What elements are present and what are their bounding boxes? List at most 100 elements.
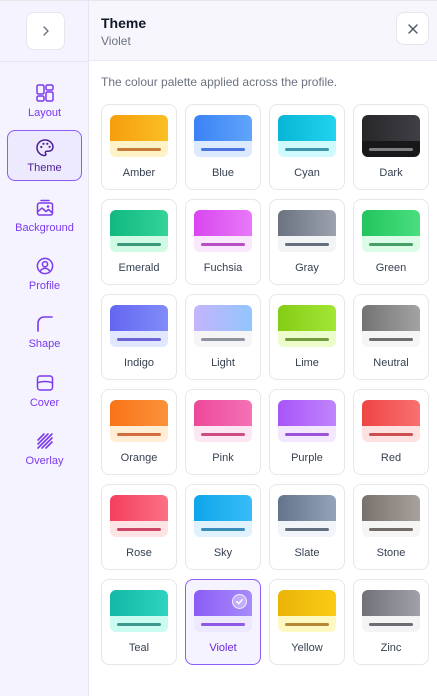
theme-swatch (362, 590, 420, 632)
theme-swatch (278, 495, 336, 537)
sidebar-item-label: Overlay (25, 454, 64, 467)
swatch-gradient (278, 115, 336, 141)
theme-option-label: Red (380, 452, 402, 464)
theme-option-light[interactable]: Light (185, 294, 261, 380)
swatch-accent-bar (117, 338, 161, 341)
swatch-gradient (278, 305, 336, 331)
theme-option-label: Cyan (294, 167, 320, 179)
theme-option-label: Neutral (373, 357, 409, 369)
theme-swatch (194, 400, 252, 442)
cover-icon (36, 374, 53, 391)
theme-option-gray[interactable]: Gray (269, 199, 345, 285)
theme-option-cyan[interactable]: Cyan (269, 104, 345, 190)
theme-option-teal[interactable]: Teal (101, 579, 177, 665)
theme-option-label: Light (211, 357, 235, 369)
swatch-accent-bar (117, 148, 161, 151)
swatch-accent-bar (369, 338, 413, 341)
swatch-gradient (362, 305, 420, 331)
swatch-accent-bar (201, 243, 245, 246)
swatch-gradient (194, 115, 252, 141)
theme-option-fuchsia[interactable]: Fuchsia (185, 199, 261, 285)
user-icon (36, 257, 53, 274)
theme-option-green[interactable]: Green (353, 199, 429, 285)
theme-option-purple[interactable]: Purple (269, 389, 345, 475)
theme-swatch (278, 590, 336, 632)
swatch-gradient (110, 400, 168, 426)
theme-swatch (110, 495, 168, 537)
theme-option-orange[interactable]: Orange (101, 389, 177, 475)
theme-option-emerald[interactable]: Emerald (101, 199, 177, 285)
palette-icon (35, 138, 54, 156)
theme-option-neutral[interactable]: Neutral (353, 294, 429, 380)
theme-option-rose[interactable]: Rose (101, 484, 177, 570)
swatch-accent-bar (369, 528, 413, 531)
theme-swatch (278, 400, 336, 442)
sidebar-item-label: Cover (29, 396, 60, 409)
theme-option-label: Green (375, 262, 407, 274)
theme-swatch (110, 590, 168, 632)
theme-option-lime[interactable]: Lime (269, 294, 345, 380)
swatch-gradient (194, 400, 252, 426)
sidebar-item-background[interactable]: Background (7, 190, 82, 241)
theme-swatch (110, 305, 168, 347)
page-title: Theme (101, 15, 147, 31)
theme-swatch (110, 400, 168, 442)
swatch-accent-bar (117, 433, 161, 436)
swatch-accent-bar (285, 433, 329, 436)
swatch-gradient (194, 210, 252, 236)
theme-option-slate[interactable]: Slate (269, 484, 345, 570)
swatch-gradient (362, 115, 420, 141)
swatch-accent-bar (369, 623, 413, 626)
swatch-gradient (110, 590, 168, 616)
swatch-gradient (194, 495, 252, 521)
theme-option-label: Slate (294, 547, 320, 559)
corner-icon (36, 315, 53, 332)
swatch-gradient (362, 495, 420, 521)
theme-swatch (110, 115, 168, 157)
sidebar-item-profile[interactable]: Profile (7, 248, 82, 299)
swatch-gradient (110, 210, 168, 236)
swatch-accent-bar (285, 528, 329, 531)
sidebar: Layout Theme Background Profile Shape Co… (0, 1, 89, 696)
theme-option-red[interactable]: Red (353, 389, 429, 475)
theme-swatch (194, 115, 252, 157)
theme-panel: Layout Theme Background Profile Shape Co… (0, 0, 437, 696)
hatch-icon (36, 432, 53, 449)
close-button[interactable] (396, 12, 429, 45)
swatch-gradient (362, 590, 420, 616)
theme-swatch (194, 305, 252, 347)
theme-option-zinc[interactable]: Zinc (353, 579, 429, 665)
swatch-gradient (278, 590, 336, 616)
theme-option-dark[interactable]: Dark (353, 104, 429, 190)
theme-option-stone[interactable]: Stone (353, 484, 429, 570)
theme-option-label: Blue (211, 167, 235, 179)
swatch-gradient (362, 210, 420, 236)
swatch-accent-bar (369, 148, 413, 151)
theme-option-amber[interactable]: Amber (101, 104, 177, 190)
swatch-accent-bar (201, 338, 245, 341)
sidebar-item-theme[interactable]: Theme (7, 130, 82, 181)
theme-option-yellow[interactable]: Yellow (269, 579, 345, 665)
theme-option-label: Purple (291, 452, 323, 464)
layout-icon (35, 83, 54, 102)
theme-option-pink[interactable]: Pink (185, 389, 261, 475)
expand-sidebar-button[interactable] (26, 12, 65, 50)
swatch-gradient (194, 305, 252, 331)
theme-swatch (278, 115, 336, 157)
sidebar-item-cover[interactable]: Cover (7, 365, 82, 416)
swatch-accent-bar (369, 243, 413, 246)
close-icon (407, 23, 418, 34)
swatch-accent-bar (369, 433, 413, 436)
sidebar-item-layout[interactable]: Layout (7, 75, 82, 126)
sidebar-item-overlay[interactable]: Overlay (7, 423, 82, 474)
theme-option-violet[interactable]: Violet (185, 579, 261, 665)
sidebar-item-label: Profile (28, 279, 61, 292)
theme-option-label: Amber (122, 167, 156, 179)
theme-option-blue[interactable]: Blue (185, 104, 261, 190)
theme-option-indigo[interactable]: Indigo (101, 294, 177, 380)
main-content: Theme Violet The colour palette applied … (89, 1, 437, 696)
theme-option-sky[interactable]: Sky (185, 484, 261, 570)
swatch-gradient (362, 400, 420, 426)
sidebar-item-label: Layout (27, 106, 62, 119)
sidebar-item-shape[interactable]: Shape (7, 306, 82, 357)
